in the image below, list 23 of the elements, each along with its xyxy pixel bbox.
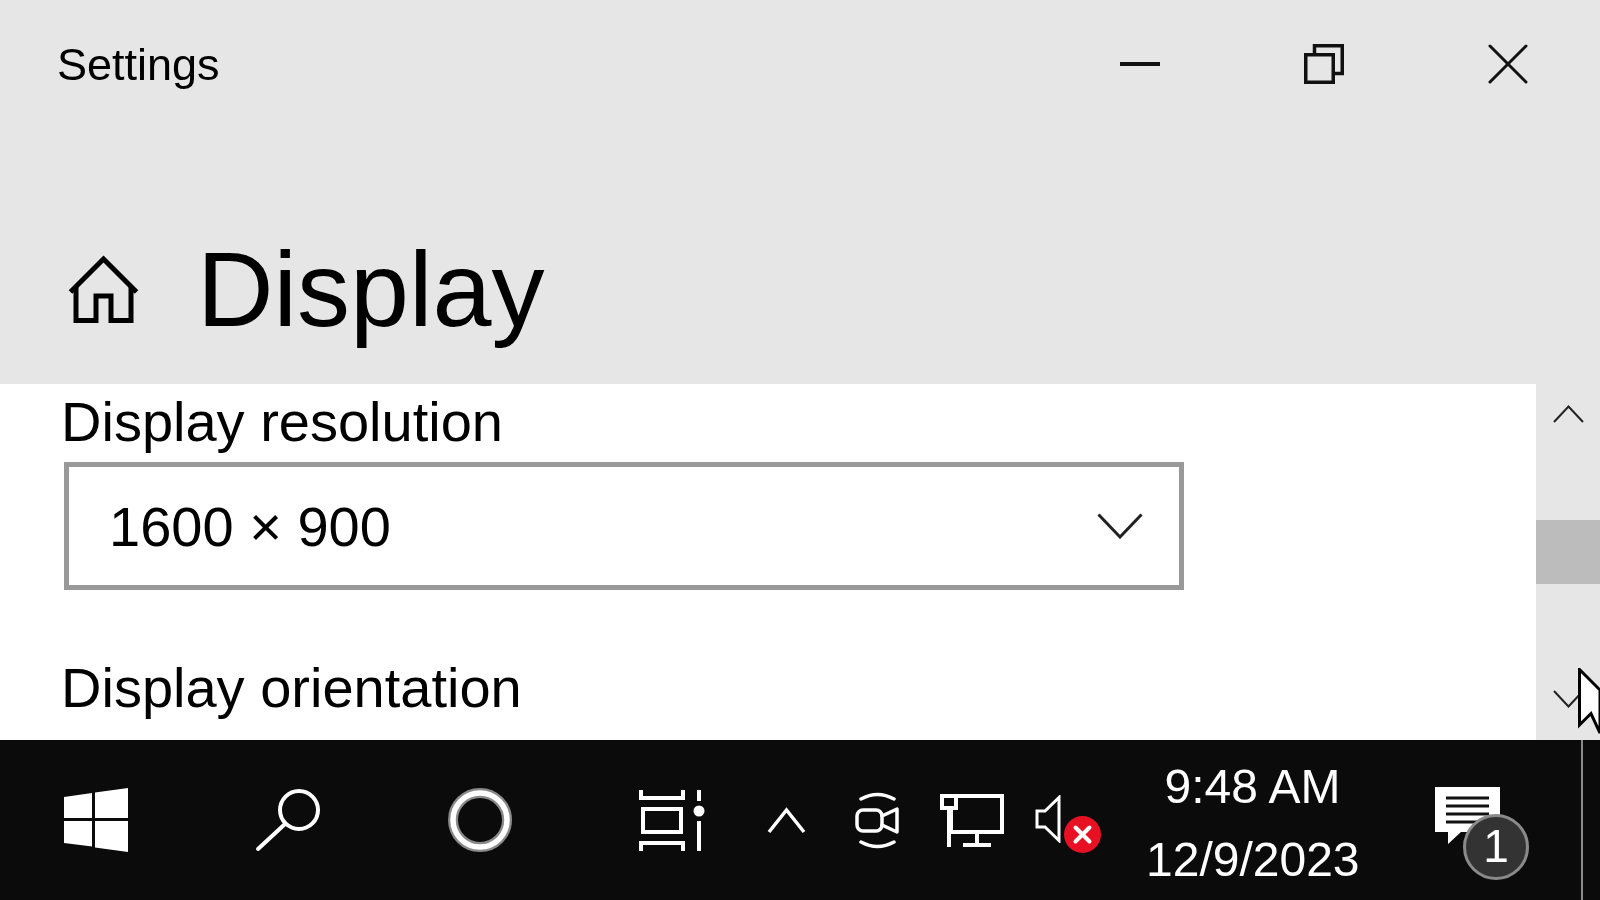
clock-time[interactable]: 9:48 AM xyxy=(1146,750,1359,823)
window-title: Settings xyxy=(57,38,220,92)
page-title: Display xyxy=(197,229,545,350)
resolution-dropdown[interactable]: 1600 × 900 xyxy=(64,462,1184,590)
scrollbar-thumb[interactable] xyxy=(1536,520,1600,584)
setting-label: Display resolution xyxy=(61,389,503,455)
task-view-icon[interactable] xyxy=(639,789,705,851)
video-camera-icon[interactable] xyxy=(855,790,900,850)
chevron-down-icon xyxy=(1097,513,1143,539)
home-icon[interactable] xyxy=(68,255,139,323)
setting-label: Display orientation xyxy=(61,655,522,721)
speaker-icon[interactable] xyxy=(1035,795,1061,843)
mouse-pointer-icon xyxy=(1578,668,1600,734)
notification-count-badge: 1 xyxy=(1463,814,1529,880)
wired-network-icon[interactable] xyxy=(939,793,1004,847)
windows-logo-icon[interactable] xyxy=(64,788,128,852)
chevron-up-icon[interactable] xyxy=(767,806,806,834)
clock-date[interactable]: 12/9/2023 xyxy=(1146,823,1359,896)
circle-icon[interactable] xyxy=(448,788,512,852)
close-icon[interactable] xyxy=(1488,44,1528,84)
scroll-up-icon[interactable] xyxy=(1552,405,1584,423)
restore-icon[interactable] xyxy=(1304,44,1344,84)
search-icon[interactable] xyxy=(255,788,321,852)
